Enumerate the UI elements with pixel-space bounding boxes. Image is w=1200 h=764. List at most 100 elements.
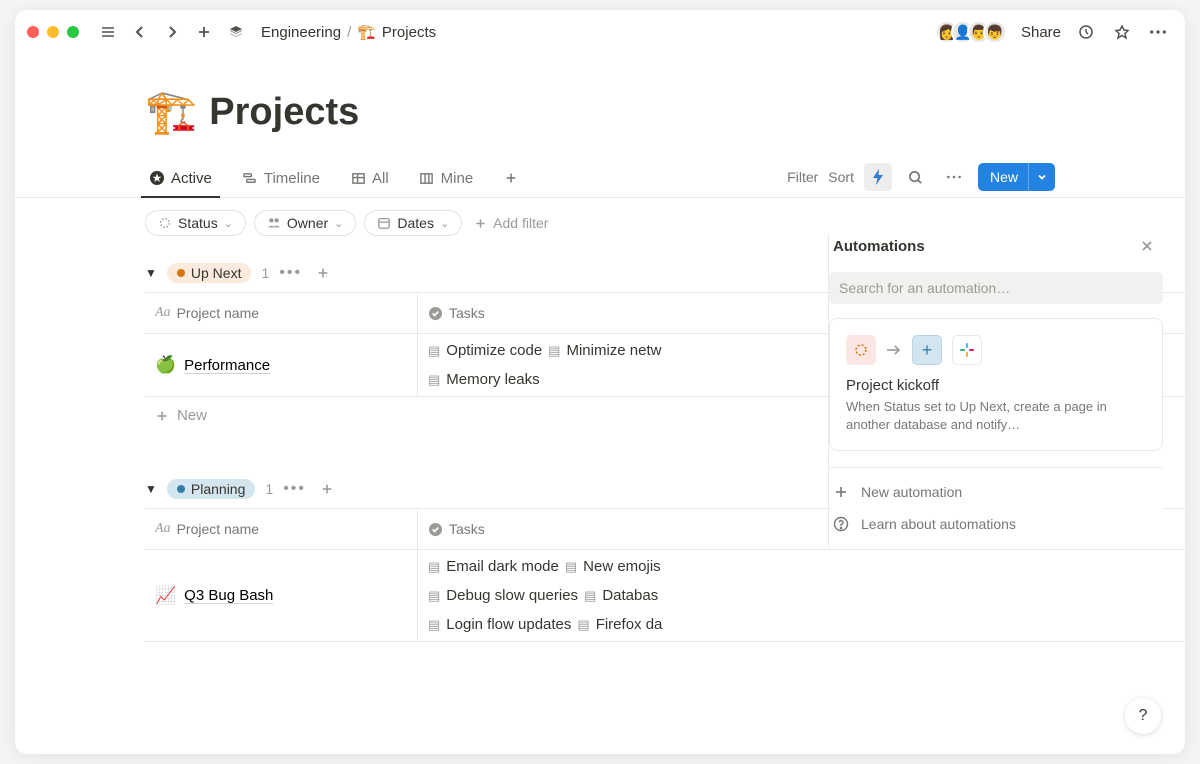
task-chip[interactable]: ▤Databas xyxy=(584,587,658,604)
arrow-right-icon xyxy=(886,344,902,356)
board-icon xyxy=(419,170,435,186)
table-icon xyxy=(350,170,366,186)
filter-pill-owner[interactable]: Owner ⌄ xyxy=(254,210,356,236)
timeline-icon xyxy=(242,170,258,186)
view-tabs: Active Timeline All Mine xyxy=(15,145,1185,198)
avatar: 👦 xyxy=(983,20,1007,44)
task-chip[interactable]: ▤Debug slow queries xyxy=(428,587,578,604)
task-chip[interactable]: ▤New emojis xyxy=(565,558,661,575)
new-button[interactable]: New xyxy=(978,163,1055,191)
add-view-button[interactable] xyxy=(499,164,523,196)
menu-icon[interactable] xyxy=(97,21,119,43)
filter-label: Dates xyxy=(397,215,434,231)
stack-icon[interactable] xyxy=(225,21,247,43)
collapse-toggle[interactable]: ▼ xyxy=(145,266,157,280)
breadcrumb-root[interactable]: Engineering xyxy=(261,24,341,41)
automations-button[interactable] xyxy=(864,163,892,191)
new-button-dropdown[interactable] xyxy=(1028,163,1055,191)
automation-card-desc: When Status set to Up Next, create a pag… xyxy=(846,398,1146,434)
new-page-button[interactable] xyxy=(193,21,215,43)
collaborator-avatars[interactable]: 👩 👤 👨 👦 xyxy=(935,20,1007,44)
filter-button[interactable]: Filter xyxy=(787,169,818,185)
tab-label: Mine xyxy=(441,170,474,187)
filter-pill-status[interactable]: Status ⌄ xyxy=(145,210,246,236)
automation-search-input[interactable]: Search for an automation… xyxy=(829,272,1163,304)
view-more-button[interactable] xyxy=(940,163,968,191)
breadcrumb-separator: / xyxy=(347,24,351,41)
tab-label: Timeline xyxy=(264,170,320,187)
learn-automations-link[interactable]: Learn about automations xyxy=(829,508,1163,540)
group-add-button[interactable] xyxy=(312,262,334,284)
group-name: Up Next xyxy=(191,265,242,281)
task-chip[interactable]: ▤Email dark mode xyxy=(428,558,559,575)
row-name[interactable]: Q3 Bug Bash xyxy=(184,587,273,604)
help-button[interactable]: ? xyxy=(1125,698,1161,734)
task-chip[interactable]: ▤Memory leaks xyxy=(428,371,540,388)
column-header-name[interactable]: Aa Project name xyxy=(145,509,417,549)
task-chip[interactable]: ▤Optimize code xyxy=(428,342,542,359)
close-window-button[interactable] xyxy=(27,26,39,38)
breadcrumb-page[interactable]: Projects xyxy=(382,24,436,41)
group-count: 1 xyxy=(261,265,269,281)
breadcrumb: Engineering / 🏗️ Projects xyxy=(261,23,436,41)
automations-panel: Automations Search for an automation… + xyxy=(828,234,1163,548)
divider xyxy=(829,467,1163,468)
status-dot-icon xyxy=(177,485,185,493)
group-tag[interactable]: Planning xyxy=(167,479,256,499)
collapse-toggle[interactable]: ▼ xyxy=(145,482,157,496)
group-add-button[interactable] xyxy=(316,478,338,500)
share-button[interactable]: Share xyxy=(1021,24,1061,41)
group-tag[interactable]: Up Next xyxy=(167,263,252,283)
more-icon[interactable] xyxy=(1147,21,1169,43)
page-title-row: 🏗️ Projects xyxy=(15,64,1185,145)
table-row[interactable]: 📈 Q3 Bug Bash ▤Email dark mode ▤New emoj… xyxy=(145,550,1185,642)
add-filter-button[interactable]: Add filter xyxy=(474,215,548,231)
tab-timeline[interactable]: Timeline xyxy=(238,164,324,197)
automations-title: Automations xyxy=(833,238,925,255)
topbar: Engineering / 🏗️ Projects 👩 👤 👨 👦 Share xyxy=(15,10,1185,54)
star-filled-icon xyxy=(149,170,165,186)
group-more-button[interactable]: ••• xyxy=(279,264,302,282)
tab-label: Active xyxy=(171,170,212,187)
status-dot-icon xyxy=(177,269,185,277)
search-button[interactable] xyxy=(902,163,930,191)
back-button[interactable] xyxy=(129,21,151,43)
filter-pill-dates[interactable]: Dates ⌄ xyxy=(364,210,462,236)
group-count: 1 xyxy=(265,481,273,497)
updates-icon[interactable] xyxy=(1075,21,1097,43)
task-chip[interactable]: ▤Minimize netw xyxy=(548,342,661,359)
chevron-down-icon: ⌄ xyxy=(334,217,343,230)
forward-button[interactable] xyxy=(161,21,183,43)
trigger-status-icon xyxy=(846,335,876,365)
new-button-label: New xyxy=(978,169,1028,185)
maximize-window-button[interactable] xyxy=(67,26,79,38)
tab-mine[interactable]: Mine xyxy=(415,164,478,197)
breadcrumb-page-icon: 🏗️ xyxy=(357,23,376,41)
task-chip[interactable]: ▤Firefox da xyxy=(577,616,662,633)
row-icon: 🍏 xyxy=(155,355,176,375)
new-automation-button[interactable]: New automation xyxy=(829,476,1163,508)
action-add-icon: + xyxy=(912,335,942,365)
close-panel-button[interactable] xyxy=(1135,234,1159,258)
filter-label: Status xyxy=(178,215,218,231)
column-header-name[interactable]: Aa Project name xyxy=(145,293,417,333)
chevron-down-icon: ⌄ xyxy=(224,217,233,230)
page-icon[interactable]: 🏗️ xyxy=(145,88,197,137)
group-name: Planning xyxy=(191,481,246,497)
app-window: Engineering / 🏗️ Projects 👩 👤 👨 👦 Share xyxy=(15,10,1185,754)
window-controls xyxy=(27,26,79,38)
chevron-down-icon: ⌄ xyxy=(440,217,449,230)
group-more-button[interactable]: ••• xyxy=(283,480,306,498)
tab-active[interactable]: Active xyxy=(145,164,216,197)
minimize-window-button[interactable] xyxy=(47,26,59,38)
row-name[interactable]: Performance xyxy=(184,357,270,374)
automation-card-title: Project kickoff xyxy=(846,377,1146,394)
page-title[interactable]: Projects xyxy=(209,91,359,134)
automation-card[interactable]: + Project kickoff When Status set to Up … xyxy=(829,318,1163,451)
row-icon: 📈 xyxy=(155,586,176,606)
sort-button[interactable]: Sort xyxy=(828,169,854,185)
favorite-icon[interactable] xyxy=(1111,21,1133,43)
add-filter-label: Add filter xyxy=(493,215,548,231)
tab-all[interactable]: All xyxy=(346,164,393,197)
task-chip[interactable]: ▤Login flow updates xyxy=(428,616,571,633)
